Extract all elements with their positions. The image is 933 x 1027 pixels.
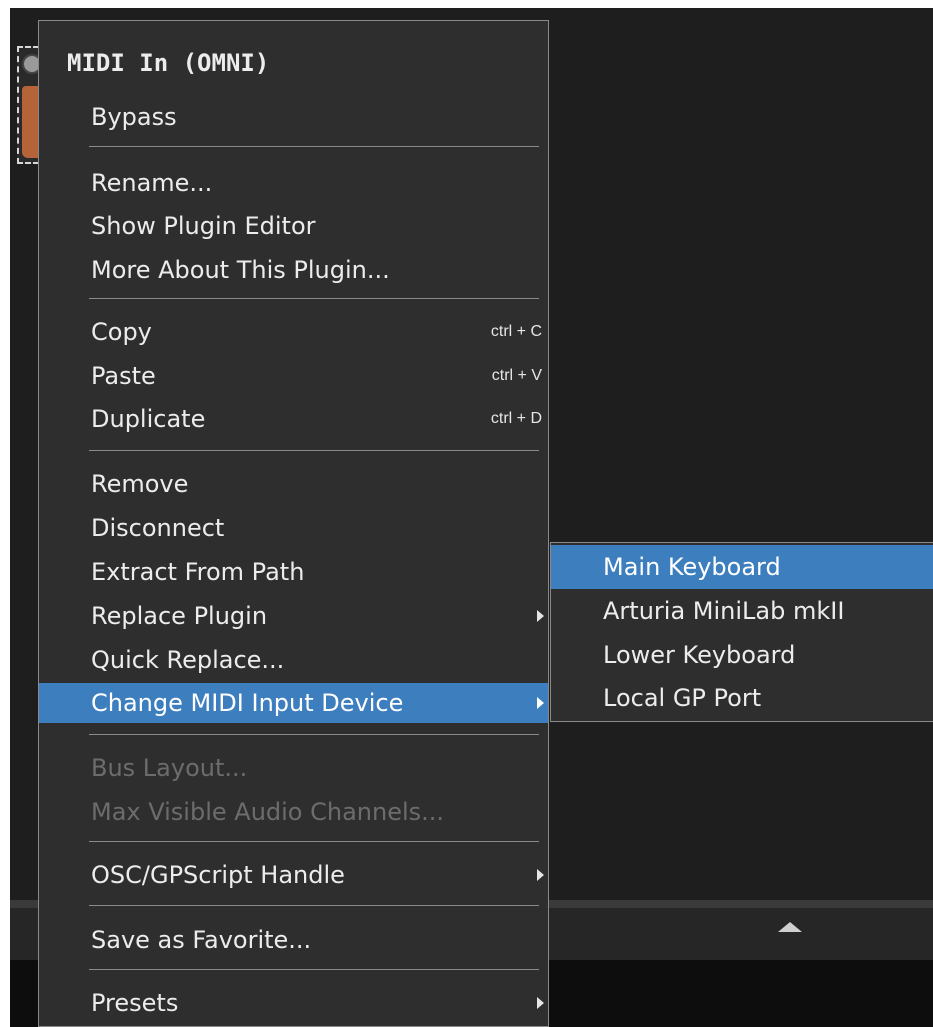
menu-item-label: Replace Plugin	[91, 602, 268, 630]
menu-item-copy[interactable]: Copy ctrl + C	[39, 312, 548, 352]
window-top-edge	[0, 0, 933, 8]
menu-item-rename[interactable]: Rename...	[39, 163, 548, 203]
menu-item-label: Show Plugin Editor	[91, 212, 316, 240]
submenu-item-label: Local GP Port	[603, 684, 762, 712]
menu-item-label: Duplicate	[91, 405, 206, 433]
menu-item-label: Bypass	[91, 103, 177, 131]
menu-separator	[89, 146, 539, 147]
menu-item-label: OSC/GPScript Handle	[91, 861, 345, 889]
menu-item-label: Presets	[91, 989, 179, 1017]
context-menu: MIDI In (OMNI) Bypass Rename... Show Plu…	[38, 20, 549, 1027]
menu-item-label: Paste	[91, 362, 156, 390]
menu-item-bypass[interactable]: Bypass	[39, 97, 548, 137]
submenu-arrow-icon	[537, 869, 544, 881]
menu-item-more-about-plugin[interactable]: More About This Plugin...	[39, 250, 548, 290]
menu-item-bus-layout: Bus Layout...	[39, 748, 548, 788]
menu-separator	[89, 450, 539, 451]
menu-item-label: More About This Plugin...	[91, 256, 390, 284]
menu-item-remove[interactable]: Remove	[39, 464, 548, 504]
menu-item-label: Disconnect	[91, 514, 225, 542]
menu-item-label: Change MIDI Input Device	[91, 689, 404, 717]
menu-item-quick-replace[interactable]: Quick Replace...	[39, 640, 548, 680]
menu-item-change-midi-input-device[interactable]: Change MIDI Input Device	[39, 683, 548, 723]
submenu-item-local-gp-port[interactable]: Local GP Port	[551, 676, 933, 720]
submenu-item-label: Lower Keyboard	[603, 641, 796, 669]
menu-item-label: Rename...	[91, 169, 213, 197]
expand-panel-up-icon[interactable]	[778, 922, 802, 932]
menu-item-extract-from-path[interactable]: Extract From Path	[39, 552, 548, 592]
menu-item-label: Max Visible Audio Channels...	[91, 798, 445, 826]
menu-item-paste[interactable]: Paste ctrl + V	[39, 356, 548, 396]
menu-item-replace-plugin[interactable]: Replace Plugin	[39, 596, 548, 636]
menu-item-duplicate[interactable]: Duplicate ctrl + D	[39, 399, 548, 439]
submenu-item-label: Main Keyboard	[603, 553, 781, 581]
menu-item-max-visible-audio-channels: Max Visible Audio Channels...	[39, 792, 548, 832]
menu-item-label: Extract From Path	[91, 558, 305, 586]
menu-separator	[89, 298, 539, 299]
shortcut-label: ctrl + V	[491, 367, 542, 384]
submenu-item-main-keyboard[interactable]: Main Keyboard	[551, 545, 933, 589]
menu-separator	[89, 734, 539, 735]
menu-item-label: Quick Replace...	[91, 646, 285, 674]
menu-separator	[89, 905, 539, 906]
shortcut-label: ctrl + C	[490, 323, 542, 340]
menu-item-show-plugin-editor[interactable]: Show Plugin Editor	[39, 206, 548, 246]
menu-item-disconnect[interactable]: Disconnect	[39, 508, 548, 548]
submenu-arrow-icon	[537, 997, 544, 1009]
window-left-edge	[0, 0, 10, 1027]
menu-item-label: Copy	[91, 318, 152, 346]
submenu-arrow-icon	[537, 610, 544, 622]
submenu-item-label: Arturia MiniLab mkII	[603, 597, 845, 625]
midi-input-device-submenu: Main Keyboard Arturia MiniLab mkII Lower…	[550, 542, 933, 722]
shortcut-label: ctrl + D	[490, 410, 542, 427]
submenu-item-arturia-minilab[interactable]: Arturia MiniLab mkII	[551, 589, 933, 633]
menu-item-label: Save as Favorite...	[91, 926, 312, 954]
menu-item-label: Bus Layout...	[91, 754, 248, 782]
menu-header: MIDI In (OMNI)	[67, 49, 270, 77]
menu-item-save-as-favorite[interactable]: Save as Favorite...	[39, 920, 548, 960]
submenu-item-lower-keyboard[interactable]: Lower Keyboard	[551, 633, 933, 677]
menu-separator	[89, 969, 539, 970]
menu-item-label: Remove	[91, 470, 189, 498]
menu-item-osc-gpscript-handle[interactable]: OSC/GPScript Handle	[39, 855, 548, 895]
menu-item-presets[interactable]: Presets	[39, 983, 548, 1023]
submenu-arrow-icon	[537, 697, 544, 709]
menu-separator	[89, 841, 539, 842]
